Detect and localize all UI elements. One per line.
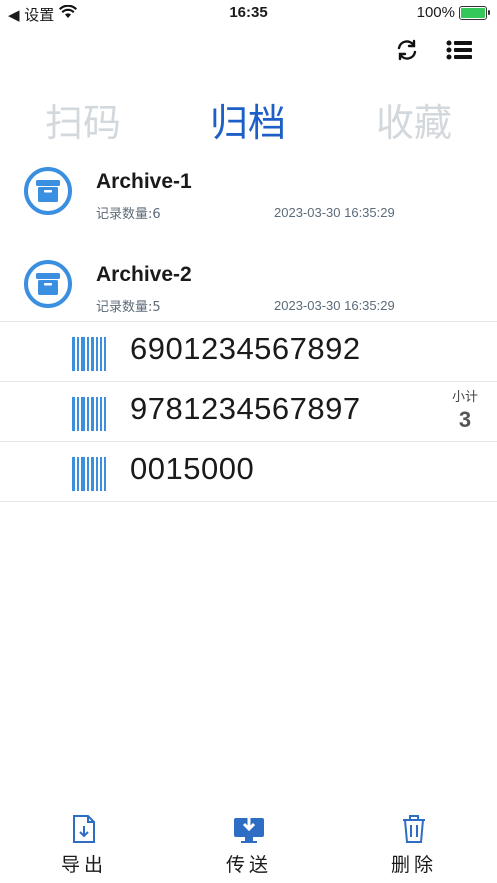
export-label: 导出 <box>60 854 107 876</box>
archive-record-count: 记录数量:6 <box>96 207 161 222</box>
tab-favorites[interactable]: 收藏 <box>376 92 452 147</box>
trash-icon <box>374 812 454 846</box>
archive-row[interactable]: Archive-1 记录数量:6 2023-03-30 16:35:29 <box>0 160 497 230</box>
export-button[interactable]: 导出 <box>44 812 124 877</box>
send-button[interactable]: 传送 <box>209 812 289 877</box>
delete-button[interactable]: 删除 <box>374 812 454 877</box>
archive-box-icon <box>23 166 73 216</box>
barcode-value: 9781234567897 <box>130 391 361 426</box>
list-icon[interactable] <box>445 36 473 64</box>
battery-percent: 100% <box>416 4 455 21</box>
list-item[interactable]: 6901234567892 <box>0 322 497 382</box>
barcode-icon <box>72 397 106 431</box>
send-label: 传送 <box>225 854 272 876</box>
barcode-value: 0015000 <box>130 451 255 486</box>
archive-record-count: 记录数量:5 <box>96 300 161 315</box>
record-list: 6901234567892 9781234567897 0015000 <box>0 321 497 502</box>
monitor-download-icon <box>209 812 289 846</box>
barcode-icon <box>72 457 106 491</box>
tab-archive[interactable]: 归档 <box>210 92 286 147</box>
toolbar <box>393 36 473 64</box>
barcode-value: 6901234567892 <box>130 331 361 366</box>
subtotal-value: 3 <box>458 407 472 432</box>
archive-title: Archive-1 <box>96 170 192 193</box>
delete-label: 删除 <box>390 854 437 876</box>
tab-scan[interactable]: 扫码 <box>45 92 121 147</box>
archive-date: 2023-03-30 16:35:29 <box>274 205 395 220</box>
subtotal: 小计 3 <box>435 386 495 433</box>
export-file-icon <box>44 812 124 846</box>
status-bar: ◀ 设置 16:35 100% <box>0 0 497 28</box>
refresh-icon[interactable] <box>393 36 421 64</box>
archive-row[interactable]: Archive-2 记录数量:5 2023-03-30 16:35:29 <box>0 253 497 321</box>
archive-title: Archive-2 <box>96 263 192 286</box>
battery-icon <box>459 5 490 20</box>
archive-box-icon <box>23 259 73 309</box>
battery-indicator: 100% <box>416 4 490 21</box>
subtotal-label: 小计 <box>451 390 478 405</box>
archive-date: 2023-03-30 16:35:29 <box>274 298 395 313</box>
segment-tabs: 扫码 归档 收藏 <box>0 92 497 145</box>
list-item[interactable]: 9781234567897 <box>0 382 497 442</box>
bottom-toolbar: 导出 传送 删除 <box>0 812 497 883</box>
barcode-icon <box>72 337 106 371</box>
list-item[interactable]: 0015000 <box>0 442 497 502</box>
